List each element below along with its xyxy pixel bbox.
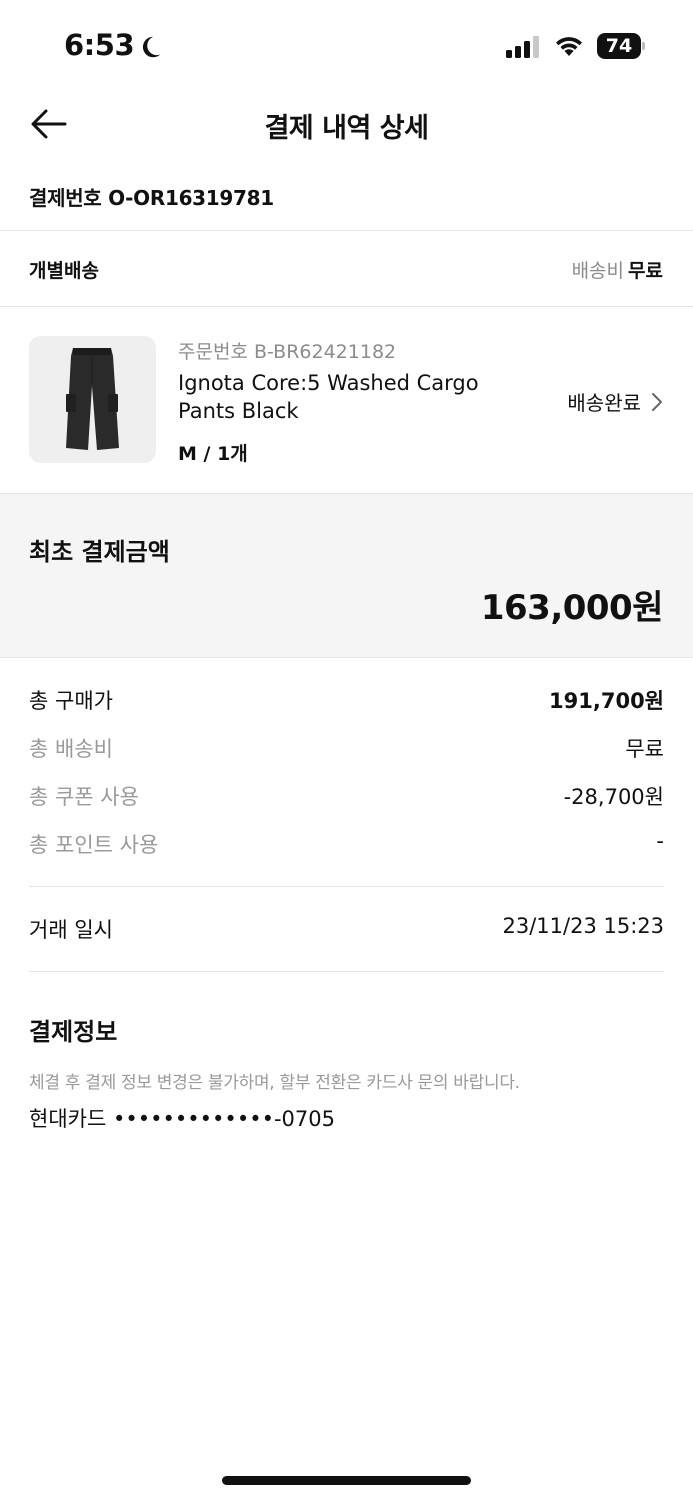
wifi-icon xyxy=(556,37,582,56)
divider xyxy=(29,971,664,972)
initial-payment-label: 최초 결제금액 xyxy=(29,538,170,566)
status-bar: 6:53 74 xyxy=(0,0,693,90)
total-price-label: 총 구매가 xyxy=(29,689,113,713)
total-shipping-row: 총 배송비 무료 xyxy=(29,733,664,773)
shipping-row: 개별배송 배송비 무료 xyxy=(0,231,693,306)
total-price-value: 191,700원 xyxy=(549,689,664,713)
product-name: Ignota Core:5 Washed Cargo Pants Black xyxy=(178,371,479,423)
page-title: 결제 내역 상세 xyxy=(264,113,429,144)
battery-icon: 74 xyxy=(597,33,645,59)
initial-payment-value: 163,000원 xyxy=(480,588,664,628)
delivery-status-link[interactable]: 배송완료 xyxy=(567,387,663,416)
total-shipping-value: 무료 xyxy=(625,737,664,761)
points-label: 총 포인트 사용 xyxy=(29,833,159,857)
shipping-fee: 배송비 무료 xyxy=(572,256,663,283)
coupon-label: 총 쿠폰 사용 xyxy=(29,785,139,809)
home-indicator[interactable] xyxy=(222,1476,471,1485)
shipping-type-label: 개별배송 xyxy=(29,260,99,282)
points-value: - xyxy=(656,829,664,853)
moon-icon xyxy=(142,36,161,58)
coupon-value: -28,700원 xyxy=(563,785,664,809)
payment-number-label: 결제번호 xyxy=(29,186,102,210)
header: 결제 내역 상세 xyxy=(0,90,693,158)
transaction-date-value: 23/11/23 15:23 xyxy=(502,914,664,938)
payment-number-value: O-OR16319781 xyxy=(108,186,274,210)
payment-info-title: 결제정보 xyxy=(29,1018,118,1046)
total-price-row: 총 구매가 191,700원 xyxy=(29,685,664,725)
coupon-row: 총 쿠폰 사용 -28,700원 xyxy=(29,781,664,821)
signal-icon xyxy=(506,36,539,58)
transaction-date-row: 거래 일시 23/11/23 15:23 xyxy=(29,914,664,954)
delivery-status-label: 배송완료 xyxy=(567,391,641,415)
transaction-date-label: 거래 일시 xyxy=(29,918,113,942)
product-item[interactable]: 주문번호 B-BR62421182 Ignota Core:5 Washed C… xyxy=(0,307,693,493)
card-info: 현대카드 •••••••••••••-0705 xyxy=(29,1107,336,1131)
cargo-pants-image xyxy=(29,336,156,463)
battery-level: 74 xyxy=(597,33,641,59)
initial-payment-section: 최초 결제금액 163,000원 xyxy=(0,493,693,658)
shipping-fee-value: 무료 xyxy=(628,260,663,282)
payment-info-note: 체결 후 결제 정보 변경은 불가하며, 할부 전환은 카드사 문의 바랍니다. xyxy=(29,1073,520,1093)
points-row: 총 포인트 사용 - xyxy=(29,829,664,869)
chevron-right-icon xyxy=(652,392,662,411)
payment-number: 결제번호 O-OR16319781 xyxy=(29,182,274,211)
product-option: M / 1개 xyxy=(178,443,248,465)
total-shipping-label: 총 배송비 xyxy=(29,737,113,761)
product-thumbnail[interactable] xyxy=(29,336,156,463)
order-number: 주문번호 B-BR62421182 xyxy=(178,341,397,363)
divider xyxy=(29,886,664,887)
status-time: 6:53 xyxy=(64,28,135,62)
shipping-fee-label: 배송비 xyxy=(571,260,625,282)
